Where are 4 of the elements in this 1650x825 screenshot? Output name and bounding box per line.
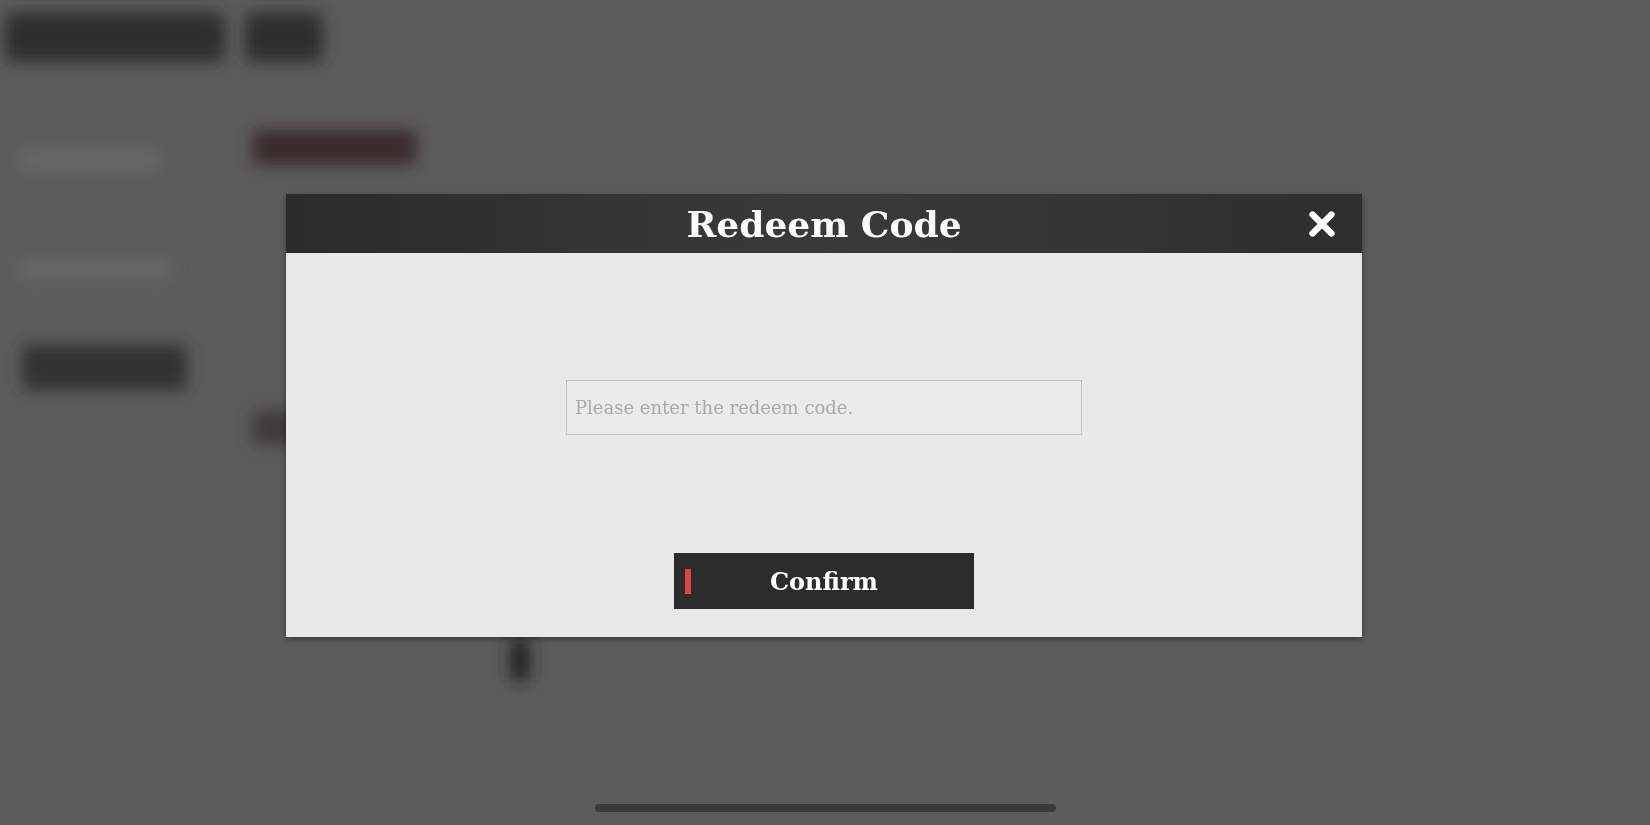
dialog-title: Redeem Code [686,202,962,245]
confirm-button[interactable]: Confirm [674,553,974,609]
redeem-code-field[interactable]: Please enter the redeem code. [566,380,1082,435]
accent-bar-icon [685,569,691,594]
